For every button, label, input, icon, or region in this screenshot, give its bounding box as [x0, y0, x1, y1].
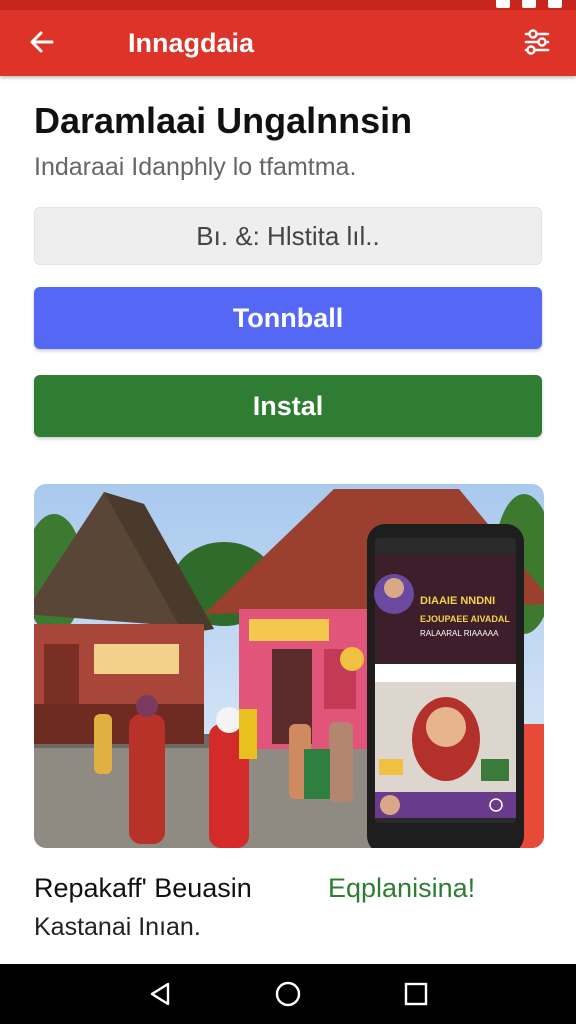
install-button[interactable]: Instal [34, 375, 542, 437]
triangle-back-icon[interactable] [146, 980, 174, 1008]
hero-image: DIAAIE NNDNI EJOUPAEE AIVADAL RALAARAL R… [34, 484, 544, 848]
phone-headline-2: EJOUPAEE AIVADAL [420, 614, 510, 624]
app-bar: Innagdaia [0, 10, 576, 76]
phone-mockup: DIAAIE NNDNI EJOUPAEE AIVADAL RALAARAL R… [367, 524, 524, 848]
wifi-icon [496, 0, 510, 8]
signal-icon [522, 0, 536, 8]
app-title: Innagdaia [128, 28, 255, 58]
caption-subtitle: Kastanai Inıan. [34, 913, 201, 941]
search-field[interactable]: Bı. &: Hlstita lıl.. [34, 207, 542, 265]
village-scene-illustration: DIAAIE NNDNI EJOUPAEE AIVADAL RALAARAL R… [34, 484, 544, 848]
page-title: Daramlaai Ungalnnsin [34, 100, 413, 141]
circle-home-icon[interactable] [274, 980, 302, 1008]
arrow-left-icon[interactable] [26, 26, 58, 58]
status-icons [496, 0, 562, 8]
page-subtitle: Indaraai Idanphly lo tfamtma. [34, 153, 357, 181]
navigation-bar [0, 964, 576, 1024]
status-bar [0, 0, 576, 10]
phone-headline-3: RALAARAL RIAAAAA [420, 629, 499, 638]
caption-title: Repakaff' Beuasin [34, 873, 252, 903]
primary-button[interactable]: Tonnball [34, 287, 542, 349]
phone-headline-1: DIAAIE NNDNI [420, 595, 495, 607]
caption-link[interactable]: Eqplanisina! [328, 873, 475, 904]
battery-icon [548, 0, 562, 8]
filter-settings-icon[interactable] [520, 25, 554, 59]
square-recents-icon[interactable] [402, 980, 430, 1008]
